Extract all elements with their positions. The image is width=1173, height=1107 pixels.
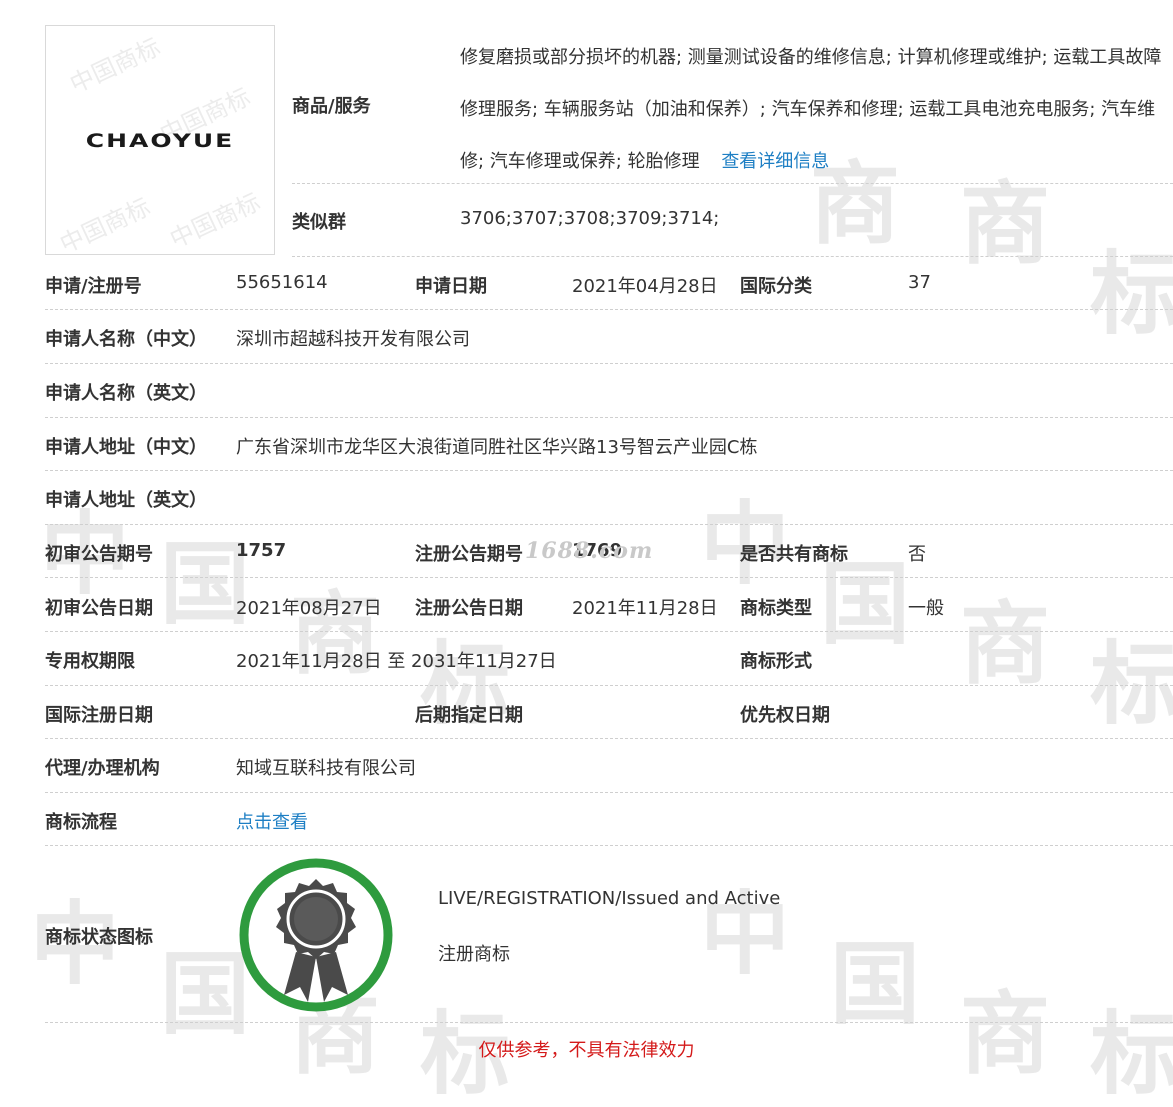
- goods-services-label: 商品/服务: [292, 96, 371, 117]
- intl-class-value: 37: [908, 272, 931, 293]
- shared-value: 否: [908, 544, 926, 565]
- divider: [45, 631, 1173, 632]
- status-english: LIVE/REGISTRATION/Issued and Active: [438, 888, 781, 909]
- apply-date-label: 申请日期: [415, 276, 487, 297]
- divider: [292, 256, 1173, 257]
- reg-pub-date-label: 注册公告日期: [415, 598, 523, 619]
- prelim-date-value: 2021年08月27日: [236, 598, 382, 619]
- divider: [45, 792, 1173, 793]
- divider: [45, 577, 1173, 578]
- shared-label: 是否共有商标: [740, 544, 848, 565]
- agent-label: 代理/办理机构: [45, 758, 160, 779]
- logo-wordmark: CHAOYUE: [85, 129, 235, 152]
- priority-date-label: 优先权日期: [740, 705, 830, 726]
- address-cn-label: 申请人地址（中文）: [45, 437, 207, 458]
- applicant-en-label: 申请人名称（英文）: [45, 383, 207, 404]
- logo-watermark: 中国商标: [165, 187, 265, 254]
- tm-type-label: 商标类型: [740, 598, 812, 619]
- similar-group-label: 类似群: [292, 212, 346, 233]
- prelim-no-value: 1757: [236, 540, 287, 561]
- apply-date-value: 2021年04月28日: [572, 276, 718, 297]
- legal-disclaimer: 仅供参考，不具有法律效力: [478, 1040, 695, 1061]
- similar-group-value: 3706;3707;3708;3709;3714;: [460, 208, 720, 229]
- intl-class-label: 国际分类: [740, 276, 812, 297]
- intl-reg-date-label: 国际注册日期: [45, 705, 153, 726]
- divider: [292, 183, 1173, 184]
- reg-pub-no-label: 注册公告期号: [415, 544, 523, 565]
- reg-no-label: 申请/注册号: [45, 276, 142, 297]
- divider: [45, 845, 1173, 846]
- tm-form-label: 商标形式: [740, 651, 812, 672]
- divider: [45, 685, 1173, 686]
- prelim-date-label: 初审公告日期: [45, 598, 153, 619]
- logo-watermark: 中国商标: [65, 32, 165, 99]
- divider: [45, 309, 1173, 310]
- exclusive-period-label: 专用权期限: [45, 651, 135, 672]
- tm-type-value: 一般: [908, 598, 944, 619]
- divider: [45, 1022, 1173, 1023]
- prelim-no-label: 初审公告期号: [45, 544, 153, 565]
- reg-pub-date-value: 2021年11月28日: [572, 598, 718, 619]
- address-cn-value: 广东省深圳市龙华区大浪街道同胜社区华兴路13号智云产业园C栋: [236, 437, 758, 458]
- trademark-detail-page: 中国商标 中国商标 中国商标 中国商标 CHAOYUE 商品/服务 修复磨损或部…: [0, 0, 1173, 1104]
- agent-value: 知域互联科技有限公司: [236, 758, 416, 779]
- later-designation-label: 后期指定日期: [415, 705, 523, 726]
- divider: [45, 738, 1173, 739]
- exclusive-period-value: 2021年11月28日 至 2031年11月27日: [236, 651, 557, 672]
- address-en-label: 申请人地址（英文）: [45, 490, 207, 511]
- status-icon-label: 商标状态图标: [45, 927, 153, 948]
- applicant-cn-value: 深圳市超越科技开发有限公司: [236, 329, 470, 350]
- divider: [45, 524, 1173, 525]
- view-details-link[interactable]: 查看详细信息: [721, 151, 829, 172]
- view-process-link[interactable]: 点击查看: [236, 808, 308, 834]
- divider: [45, 470, 1173, 471]
- trademark-logo: 中国商标 中国商标 中国商标 中国商标 CHAOYUE: [45, 25, 275, 255]
- logo-watermark: 中国商标: [55, 192, 155, 255]
- process-label: 商标流程: [45, 812, 117, 833]
- divider: [45, 417, 1173, 418]
- reg-no-value: 55651614: [236, 272, 328, 293]
- divider: [45, 363, 1173, 364]
- site-watermark: 1688.com: [525, 538, 654, 564]
- goods-services-list: 修复磨损或部分损坏的机器; 测量测试设备的维修信息; 计算机修理或维护; 运载工…: [460, 32, 1170, 188]
- registered-seal-icon: [238, 857, 394, 1013]
- applicant-cn-label: 申请人名称（中文）: [45, 329, 207, 350]
- status-chinese: 注册商标: [438, 944, 510, 965]
